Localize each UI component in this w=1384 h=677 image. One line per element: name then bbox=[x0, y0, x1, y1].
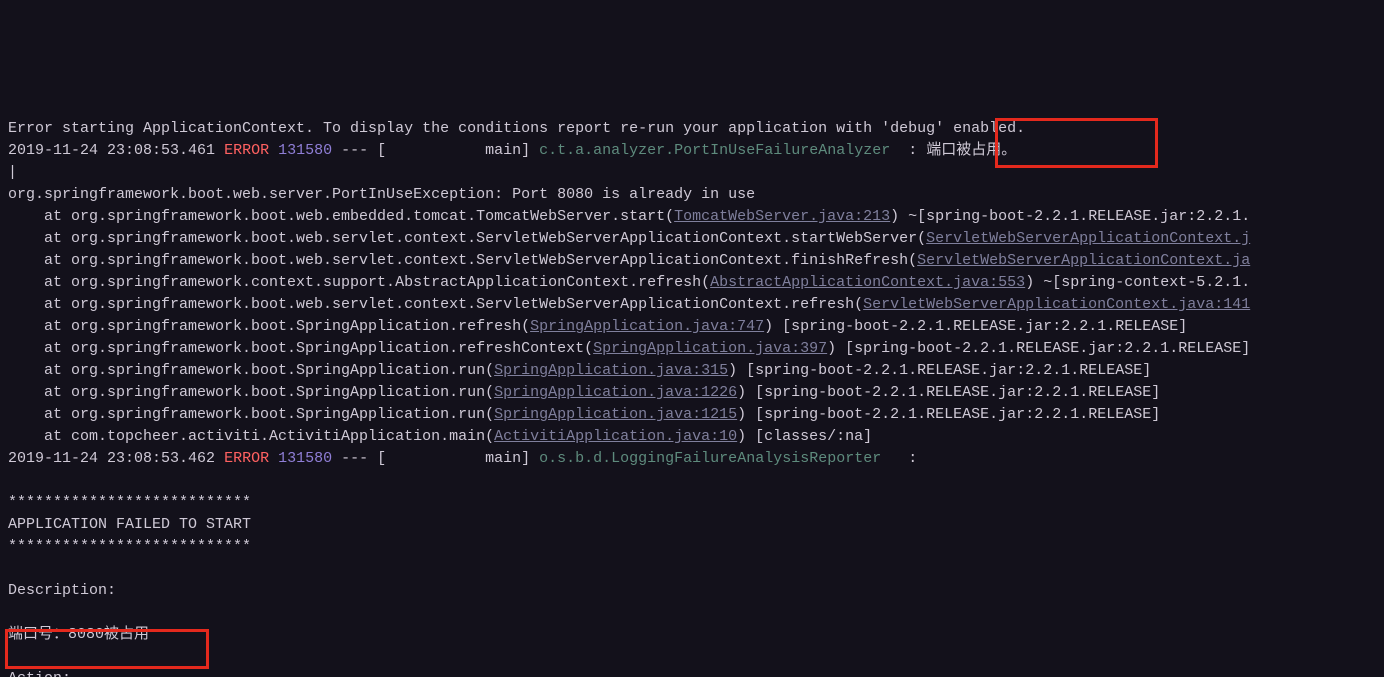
highlight-box bbox=[5, 629, 209, 669]
logger-name: c.t.a.analyzer.PortInUseFailureAnalyzer bbox=[539, 142, 899, 159]
source-link[interactable]: SpringApplication.java:747 bbox=[530, 318, 764, 335]
source-link[interactable]: ServletWebServerApplicationContext.java:… bbox=[863, 296, 1250, 313]
log-line: 2019-11-24 23:08:53.462 ERROR 131580 ---… bbox=[8, 450, 917, 467]
source-link[interactable]: ServletWebServerApplicationContext.j bbox=[926, 230, 1250, 247]
description-label: Description: bbox=[8, 582, 116, 599]
source-link[interactable]: AbstractApplicationContext.java:553 bbox=[710, 274, 1025, 291]
highlight-box bbox=[995, 118, 1158, 168]
logger-name: o.s.b.d.LoggingFailureAnalysisReporter bbox=[539, 450, 899, 467]
log-line: 2019-11-24 23:08:53.461 ERROR 131580 ---… bbox=[8, 142, 1016, 159]
text-caret: | bbox=[8, 164, 17, 181]
level-error: ERROR bbox=[224, 450, 269, 467]
source-link[interactable]: ServletWebServerApplicationContext.ja bbox=[917, 252, 1250, 269]
source-link[interactable]: ActivitiApplication.java:10 bbox=[494, 428, 737, 445]
separator-stars: *************************** bbox=[8, 538, 251, 555]
source-link[interactable]: SpringApplication.java:1215 bbox=[494, 406, 737, 423]
fail-banner: APPLICATION FAILED TO START bbox=[8, 516, 251, 533]
stack-trace: at org.springframework.boot.web.embedded… bbox=[8, 208, 1250, 445]
separator-stars: *************************** bbox=[8, 494, 251, 511]
log-line: Error starting ApplicationContext. To di… bbox=[8, 120, 1025, 137]
level-error: ERROR bbox=[224, 142, 269, 159]
exception-header: org.springframework.boot.web.server.Port… bbox=[8, 186, 755, 203]
source-link[interactable]: SpringApplication.java:397 bbox=[593, 340, 827, 357]
pid: 131580 bbox=[278, 142, 332, 159]
source-link[interactable]: SpringApplication.java:1226 bbox=[494, 384, 737, 401]
console-output: Error starting ApplicationContext. To di… bbox=[0, 88, 1384, 677]
source-link[interactable]: TomcatWebServer.java:213 bbox=[674, 208, 890, 225]
pid: 131580 bbox=[278, 450, 332, 467]
source-link[interactable]: SpringApplication.java:315 bbox=[494, 362, 728, 379]
action-label: Action: bbox=[8, 670, 71, 677]
